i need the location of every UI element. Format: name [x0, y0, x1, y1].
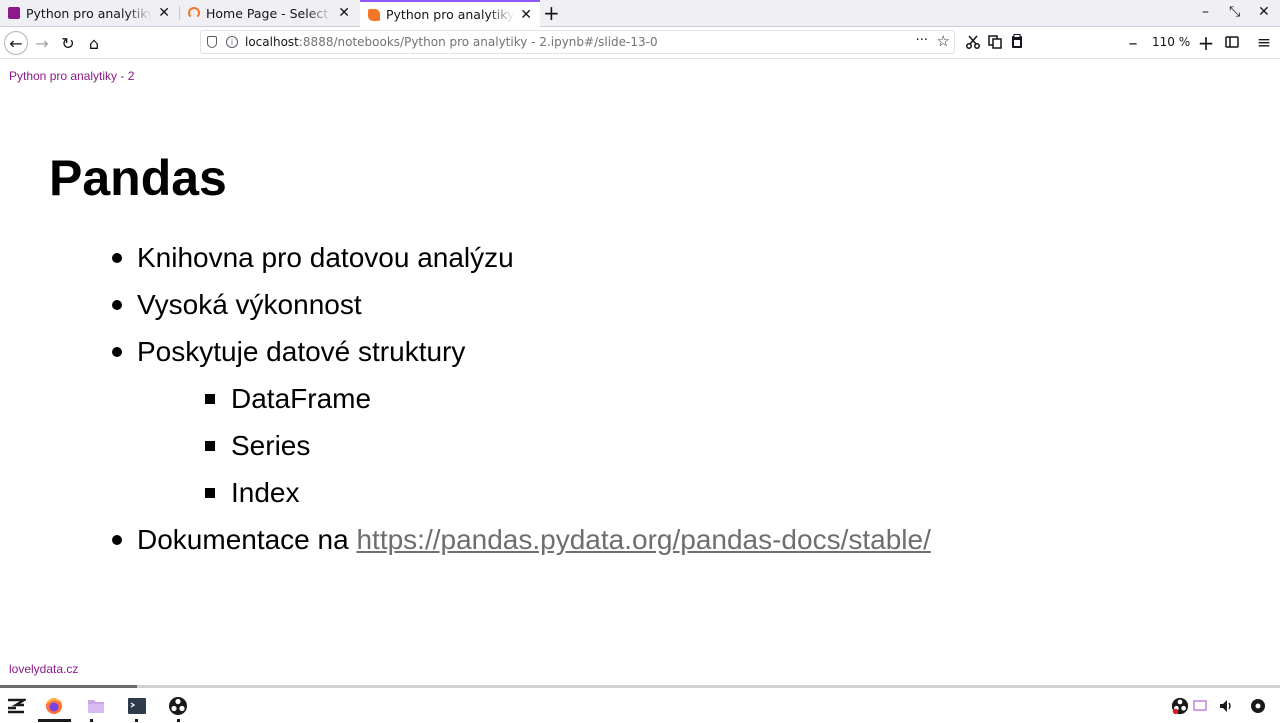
bookmark-star-icon[interactable]: ☆	[937, 32, 950, 50]
menu-button[interactable]: ≡	[1252, 31, 1276, 55]
docs-prefix: Dokumentace na	[137, 524, 357, 555]
navigation-toolbar: ← → ↻ ⌂ i localhost:8888/notebooks/Pytho…	[0, 27, 1280, 59]
page-actions-icon[interactable]: ···	[916, 33, 928, 48]
bullet-square-icon	[205, 441, 215, 451]
volume-icon[interactable]	[1218, 698, 1234, 714]
reload-button[interactable]: ↻	[56, 31, 80, 55]
shield-icon[interactable]	[207, 36, 217, 48]
docs-link[interactable]: https://pandas.pydata.org/pandas-docs/st…	[356, 524, 930, 555]
slide-footer: lovelydata.cz	[9, 662, 79, 676]
list-item-docs: Dokumentace na https://pandas.pydata.org…	[137, 520, 931, 560]
taskbar-running-indicator	[38, 719, 71, 722]
cut-icon[interactable]	[966, 35, 980, 49]
list-item: Knihovna pro datovou analýzu	[137, 242, 514, 273]
back-button[interactable]: ←	[4, 31, 28, 55]
sub-list-item: Series	[231, 430, 311, 461]
zoom-level[interactable]: 110 %	[1152, 35, 1190, 49]
tab-title: Python pro analytiky | L	[26, 5, 153, 21]
url-bar[interactable]: i localhost:8888/notebooks/Python pro an…	[200, 30, 955, 54]
zoom-out-button[interactable]: –	[1121, 31, 1145, 55]
obs-icon[interactable]	[168, 696, 188, 716]
minimize-button[interactable]: –	[1202, 4, 1209, 20]
list-item: Vysoká výkonnost	[137, 289, 362, 320]
bullet-square-icon	[205, 488, 215, 498]
url-path: :8888/notebooks/Python pro analytiky - 2…	[298, 35, 658, 49]
copy-icon[interactable]	[988, 35, 1002, 49]
home-button[interactable]: ⌂	[82, 31, 106, 55]
tab-strip: Python pro analytiky | L ✕ Home Page - S…	[0, 0, 1280, 27]
bullet-square-icon	[205, 394, 215, 404]
info-icon[interactable]: i	[226, 36, 238, 48]
bullet-disc-icon	[112, 300, 122, 310]
zoom-in-button[interactable]: +	[1194, 31, 1218, 55]
taskbar	[0, 685, 1280, 723]
taskbar-running-indicator	[135, 719, 138, 722]
slide-heading: Pandas	[49, 150, 227, 206]
forward-button[interactable]: →	[30, 31, 54, 55]
list-item: Poskytuje datové struktury	[137, 336, 466, 367]
tab-title: Python pro analytiky - 2	[386, 7, 515, 22]
sub-list-item: DataFrame	[231, 383, 372, 414]
url-text[interactable]: localhost:8888/notebooks/Python pro anal…	[245, 35, 658, 49]
taskbar-running-indicator	[177, 719, 180, 722]
tab-title: Home Page - Select or c	[206, 5, 332, 21]
window-close-button[interactable]: ✕	[1258, 4, 1270, 20]
sub-list-item: Index	[231, 477, 300, 508]
bullet-disc-icon	[112, 347, 122, 357]
paste-icon[interactable]	[1011, 34, 1023, 49]
taskbar-running-indicator	[90, 719, 93, 722]
jupyter-favicon-icon	[188, 7, 200, 19]
new-tab-button[interactable]: +	[543, 2, 560, 24]
screen-tray-icon[interactable]	[1193, 699, 1207, 713]
restore-button[interactable]: ⤡	[1229, 4, 1240, 20]
close-icon[interactable]: ✕	[520, 7, 532, 23]
terminal-icon[interactable]	[127, 696, 147, 716]
tab-favicon-icon	[8, 7, 20, 19]
power-icon[interactable]	[1250, 698, 1266, 714]
notebook-favicon-icon	[368, 8, 380, 21]
app-menu-icon[interactable]	[6, 696, 26, 716]
bullet-disc-icon	[112, 535, 122, 545]
obs-tray-icon[interactable]	[1171, 697, 1189, 715]
close-icon[interactable]: ✕	[338, 5, 350, 21]
sidebar-icon[interactable]	[1225, 36, 1239, 48]
close-icon[interactable]: ✕	[158, 5, 170, 21]
folder-icon[interactable]	[86, 696, 106, 716]
firefox-icon[interactable]	[44, 696, 64, 716]
url-host: localhost	[245, 35, 299, 49]
tab-home-page[interactable]: Home Page - Select or c ✕	[180, 0, 358, 26]
tab-python-pro-analytiky-2[interactable]: Python pro analytiky - 2 ✕	[360, 0, 540, 27]
taskbar-active-strip	[0, 685, 137, 688]
notebook-title: Python pro analytiky - 2	[9, 69, 135, 83]
tab-python-pro-analytiky-lovelydata[interactable]: Python pro analytiky | L ✕	[0, 0, 178, 26]
bullet-disc-icon	[112, 253, 122, 263]
